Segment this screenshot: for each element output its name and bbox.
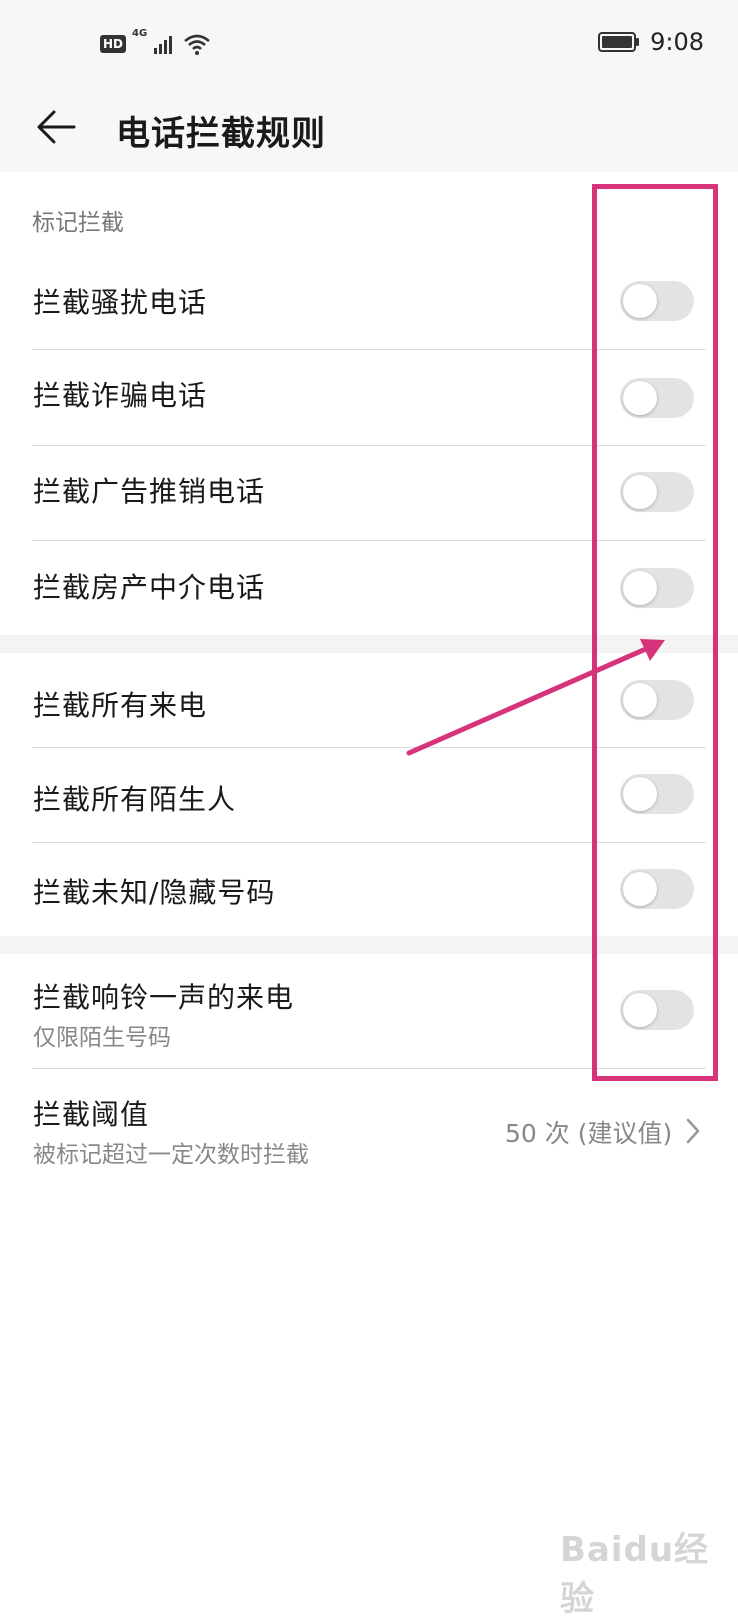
battery-icon bbox=[598, 32, 640, 52]
status-indicators: HD 4G bbox=[100, 28, 211, 58]
page-title: 电话拦截规则 bbox=[116, 114, 326, 154]
setting-sublabel: 仅限陌生号码 bbox=[33, 1025, 171, 1051]
section-header-marked: 标记拦截 bbox=[32, 210, 124, 236]
annotation-highlight-box bbox=[592, 184, 718, 1081]
app-header: 电话拦截规则 bbox=[0, 88, 738, 172]
threshold-value: 50 次 (建议值) bbox=[505, 1119, 673, 1148]
status-right: 9:08 bbox=[598, 28, 704, 56]
setting-row-threshold[interactable]: 拦截阈值 被标记超过一定次数时拦截 50 次 (建议值) bbox=[0, 1069, 738, 1181]
setting-label: 拦截诈骗电话 bbox=[33, 379, 208, 412]
setting-label: 拦截未知/隐藏号码 bbox=[33, 876, 276, 909]
arrow-left-icon bbox=[37, 110, 76, 144]
setting-label: 拦截所有陌生人 bbox=[33, 783, 237, 816]
status-bar: HD 4G 9:08 bbox=[0, 0, 738, 88]
setting-sublabel: 被标记超过一定次数时拦截 bbox=[33, 1142, 309, 1168]
back-button[interactable] bbox=[32, 102, 82, 152]
setting-label: 拦截骚扰电话 bbox=[33, 286, 208, 319]
setting-label: 拦截房产中介电话 bbox=[33, 571, 266, 604]
setting-label: 拦截阈值 bbox=[33, 1098, 150, 1131]
clock: 9:08 bbox=[650, 28, 704, 56]
setting-label: 拦截广告推销电话 bbox=[33, 475, 266, 508]
setting-label: 拦截所有来电 bbox=[33, 689, 208, 722]
chevron-right-icon bbox=[686, 1118, 700, 1144]
signal-icon bbox=[154, 36, 173, 54]
setting-label: 拦截响铃一声的来电 bbox=[33, 981, 295, 1014]
baidu-watermark: Baidu经验 bbox=[560, 1530, 710, 1619]
wifi-icon bbox=[184, 34, 211, 55]
hd-badge: HD bbox=[100, 35, 127, 53]
network-type-label: 4G bbox=[132, 28, 148, 39]
